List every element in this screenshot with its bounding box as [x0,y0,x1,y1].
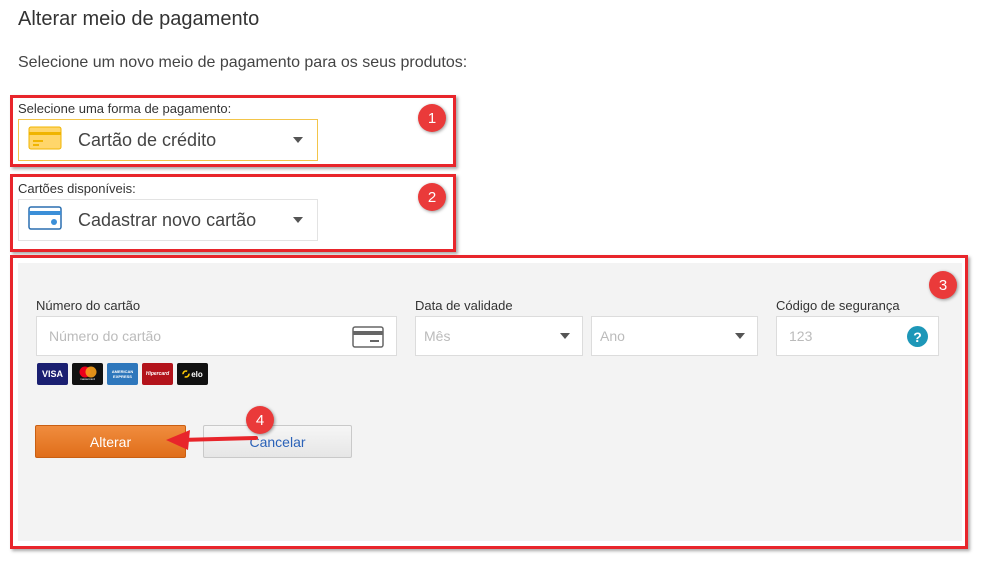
annotation-box-3 [10,255,968,549]
annotation-box-2 [10,174,456,252]
annotation-badge-3: 3 [929,271,957,299]
annotation-box-1 [10,95,456,167]
page-subtitle: Selecione um novo meio de pagamento para… [18,54,468,71]
page-title: Alterar meio de pagamento [18,8,260,30]
annotation-badge-2: 2 [418,183,446,211]
annotation-badge-1: 1 [418,104,446,132]
